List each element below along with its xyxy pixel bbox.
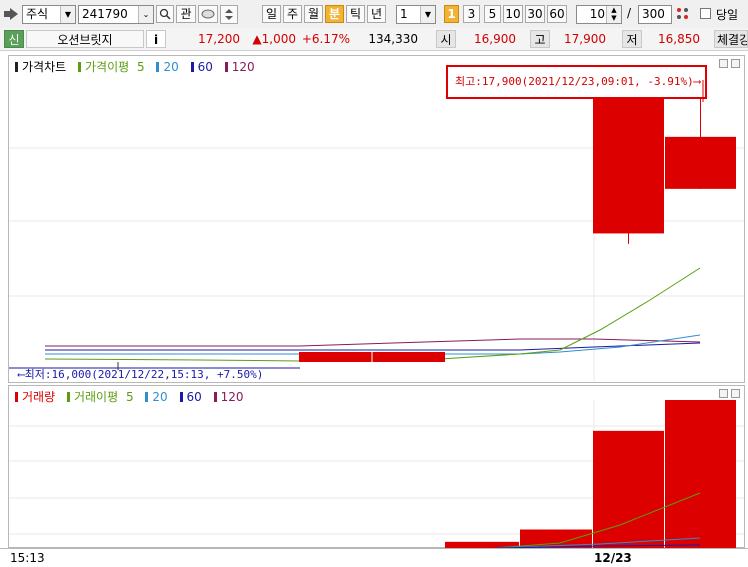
price-ma5-label: 5 <box>137 60 145 74</box>
credit-badge: 신 <box>4 30 24 48</box>
search-icon <box>159 8 171 20</box>
open-label: 시 <box>436 30 456 48</box>
count-spinner[interactable]: ▲ ▼ <box>606 6 621 23</box>
low-label: 저 <box>622 30 642 48</box>
close-panel-button[interactable] <box>731 59 740 68</box>
dock-arrow-icon[interactable] <box>4 8 18 20</box>
price-change: ▲1,000 <box>252 32 296 46</box>
volume-ma120-label: 120 <box>220 390 244 404</box>
strength-label: 체결강 <box>714 30 748 48</box>
open-price: 16,900 <box>474 32 516 46</box>
interval-5-button[interactable]: 5 <box>484 5 501 23</box>
price-chart-panel[interactable]: 가격차트 가격이평 5 20 60 120 <box>8 55 745 383</box>
price-ma60-label: 60 <box>197 60 213 74</box>
quote-bar: 신 오션브릿지 i 17,200 ▲1,000 +6.17% 134,330 시… <box>0 28 748 51</box>
volume-ma60-label: 60 <box>186 390 202 404</box>
time-axis-start-label: 15:13 <box>10 551 45 565</box>
interval-select[interactable]: 1 ▼ <box>396 5 436 24</box>
period-week-button[interactable]: 주 <box>283 5 302 23</box>
display-count-input[interactable]: 10 ▲ ▼ <box>576 5 622 24</box>
price-ma-label: 가격이평 <box>85 60 130 74</box>
chevron-down-icon[interactable]: ▼ <box>420 6 435 23</box>
market-type-select[interactable]: 주식 ▼ <box>22 5 76 24</box>
low-annotation: ⟵최저:16,000(2021/12/22,15:13, +7.50%) <box>18 368 264 381</box>
volume-ma20-label: 20 <box>152 390 168 404</box>
chevron-down-icon[interactable]: ⌄ <box>138 6 153 23</box>
time-axis: 15:13 12/23 <box>0 548 748 567</box>
search-button[interactable] <box>156 5 174 23</box>
today-only-label: 당일 <box>716 8 739 22</box>
volume-ma5-label: 5 <box>125 390 134 404</box>
interval-3-button[interactable]: 3 <box>463 5 480 23</box>
interest-button[interactable]: 관 <box>176 5 196 23</box>
settings-grid-icon[interactable] <box>675 6 691 22</box>
total-count-input[interactable]: 300 <box>638 5 672 24</box>
time-axis-date-label: 12/23 <box>594 551 632 565</box>
period-tick-button[interactable]: 틱 <box>346 5 365 23</box>
price-chart-title: 가격차트 <box>22 60 67 74</box>
volume-ma-label: 거래이평 <box>73 390 119 404</box>
minimize-panel-button[interactable] <box>719 389 728 398</box>
market-type-value: 주식 <box>26 7 49 21</box>
high-label: 고 <box>530 30 550 48</box>
stock-code-input[interactable]: 241790 ⌄ <box>78 5 154 24</box>
period-minute-button[interactable]: 분 <box>325 5 344 23</box>
price-chart-legend: 가격차트 가격이평 5 20 60 120 <box>15 58 263 75</box>
scroll-stepper[interactable] <box>220 5 238 24</box>
interval-1-button[interactable]: 1 <box>444 5 459 23</box>
current-price: 17,200 <box>198 32 240 46</box>
high-annotation: 최고:17,900(2021/12/23,09:01, -3.91%)⟶ <box>455 75 701 88</box>
close-panel-button[interactable] <box>731 389 740 398</box>
stock-code-value: 241790 <box>82 7 128 21</box>
interval-60-button[interactable]: 60 <box>547 5 567 23</box>
today-only-checkbox[interactable] <box>700 8 711 19</box>
interval-30-button[interactable]: 30 <box>525 5 545 23</box>
cloud-icon <box>201 9 215 19</box>
stock-info-button[interactable]: i <box>146 30 166 48</box>
change-rate: +6.17% <box>301 32 350 46</box>
toolbar: 주식 ▼ 241790 ⌄ 관 일 주 월 분 틱 년 1 ▼ 1 3 5 10… <box>0 0 748 29</box>
interval-10-button[interactable]: 10 <box>503 5 523 23</box>
trade-volume: 134,330 <box>368 32 418 46</box>
count-separator: / <box>627 6 632 20</box>
period-day-button[interactable]: 일 <box>262 5 281 23</box>
volume-chart-title: 거래량 <box>22 390 56 404</box>
volume-chart-panel[interactable]: 거래량 거래이평 5 20 60 120 <box>8 385 745 548</box>
minimize-panel-button[interactable] <box>719 59 728 68</box>
display-count-value: 10 <box>589 7 605 21</box>
period-month-button[interactable]: 월 <box>304 5 323 23</box>
group-button[interactable] <box>198 5 218 23</box>
high-price: 17,900 <box>564 32 606 46</box>
chevron-down-icon[interactable]: ▼ <box>60 6 75 23</box>
period-year-button[interactable]: 년 <box>367 5 386 23</box>
volume-chart-legend: 거래량 거래이평 5 20 60 120 <box>15 388 252 405</box>
low-price: 16,850 <box>658 32 700 46</box>
total-count-value: 300 <box>642 7 665 21</box>
stock-name[interactable]: 오션브릿지 <box>26 30 144 48</box>
interval-value: 1 <box>400 7 408 21</box>
price-ma20-label: 20 <box>163 60 179 74</box>
price-ma120-label: 120 <box>231 60 255 74</box>
